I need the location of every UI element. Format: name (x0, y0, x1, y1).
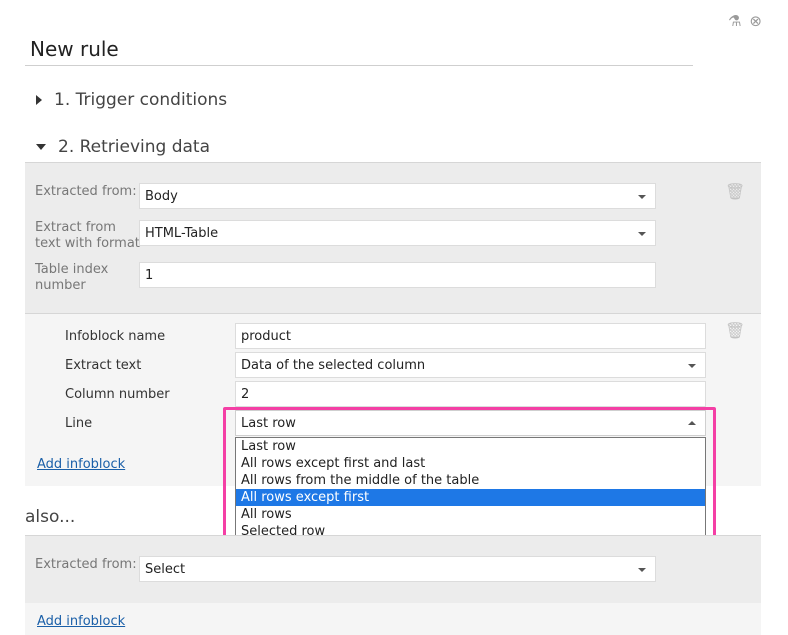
add-infoblock-link[interactable]: Add infoblock (37, 457, 125, 472)
chevron-down-icon (638, 232, 646, 236)
infoblock-name-input[interactable]: product (235, 323, 706, 349)
section-title: 1. Trigger conditions (54, 90, 228, 110)
close-circle-icon[interactable]: ⊗ (749, 12, 762, 30)
also-heading: also... (25, 507, 76, 527)
column-number-input[interactable]: 2 (235, 381, 706, 407)
collapse-triangle-icon (36, 144, 46, 150)
flask-icon[interactable]: ⚗ (728, 12, 741, 30)
format-select[interactable]: HTML-Table (139, 220, 656, 246)
chevron-down-icon (638, 195, 646, 199)
extract-text-select[interactable]: Data of the selected column (235, 352, 706, 378)
extracted-from-label: Extracted from: (35, 184, 137, 199)
chevron-down-icon (688, 364, 696, 368)
top-toolbar: ⚗ ⊗ (728, 12, 762, 30)
trash-icon[interactable]: 🗑 (725, 182, 745, 201)
section-retrieving-data[interactable]: 2. Retrieving data (36, 137, 210, 157)
table-index-label-line1: Table index (35, 262, 109, 277)
infoblock-name-label: Infoblock name (65, 329, 166, 344)
also-extracted-from-select[interactable]: Select (139, 556, 656, 582)
format-label-line1: Extract from (35, 220, 116, 235)
also-infoblock-panel (25, 603, 761, 635)
extracted-from-value: Body (145, 188, 178, 204)
expand-triangle-icon (36, 95, 42, 105)
also-extracted-from-value: Select (145, 561, 186, 577)
rule-title-input[interactable] (25, 33, 693, 66)
chevron-down-icon (638, 568, 646, 572)
highlight-box (223, 407, 716, 550)
also-extracted-from-label: Extracted from: (35, 557, 137, 572)
extracted-from-select[interactable]: Body (139, 183, 656, 209)
table-index-input[interactable]: 1 (139, 262, 656, 288)
trash-icon[interactable]: 🗑 (725, 321, 745, 340)
section-title: 2. Retrieving data (58, 137, 211, 157)
also-add-infoblock-link[interactable]: Add infoblock (37, 614, 125, 629)
column-number-label: Column number (65, 387, 170, 402)
table-index-value: 1 (145, 267, 154, 283)
extract-text-label: Extract text (65, 358, 142, 373)
table-index-label-line2: number (35, 278, 86, 293)
section-trigger-conditions[interactable]: 1. Trigger conditions (36, 90, 227, 110)
format-value: HTML-Table (145, 225, 219, 241)
extract-text-value: Data of the selected column (241, 357, 426, 373)
format-label-line2: text with format (35, 236, 140, 251)
column-number-value: 2 (241, 386, 250, 402)
line-label: Line (65, 416, 93, 431)
infoblock-name-value: product (241, 328, 292, 344)
